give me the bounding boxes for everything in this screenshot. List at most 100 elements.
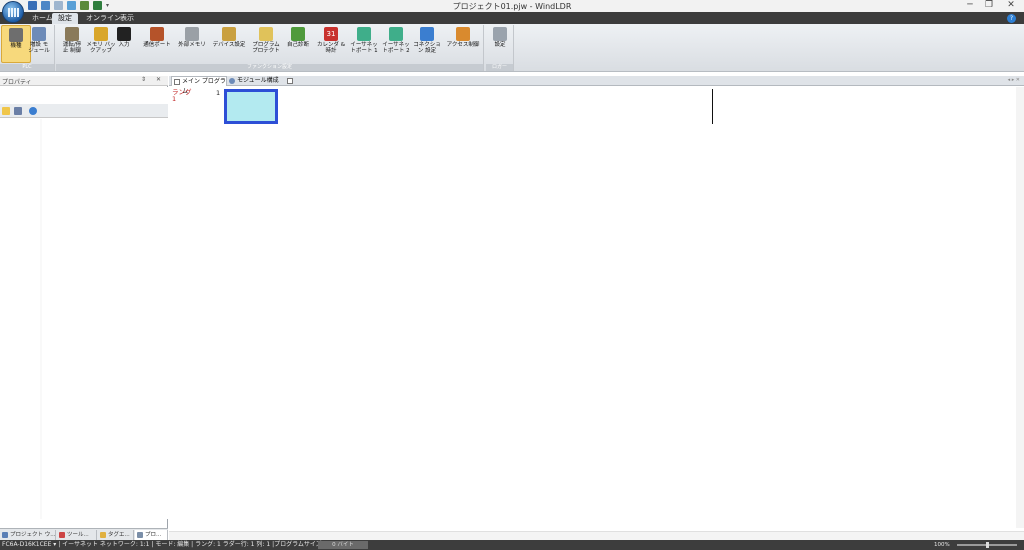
ladder-cursor-cell[interactable] [224, 89, 278, 124]
self-diagnosis-label: 自己診断 [286, 42, 309, 48]
tab-view[interactable]: 表示 [114, 13, 140, 24]
expansion-module-icon [32, 27, 46, 41]
program-protect-icon [259, 27, 273, 41]
ladder-editor: メイン プログラム モジュール構成 ◂ ▸ ✕ ラング 1 1 [169, 76, 1024, 540]
self-diagnosis-button[interactable]: 自己診断 [283, 25, 313, 63]
tab-tag-editor[interactable]: タグエ... [98, 530, 134, 540]
group-label-function-settings: ファンクション設定 [56, 64, 483, 71]
panel-pin-close-buttons[interactable]: ⇕ ✕ [141, 76, 165, 83]
tab-tag-editor-label: タグエ... [108, 532, 130, 538]
sort-az-icon[interactable] [14, 107, 22, 115]
device-settings-label: デバイス設定 [212, 42, 246, 48]
tab-main-program[interactable]: メイン プログラム [171, 76, 227, 95]
device-settings-button[interactable]: デバイス設定 [209, 25, 249, 63]
rung-index: 1 [172, 95, 177, 103]
zoom-slider-thumb[interactable] [986, 542, 989, 548]
tab-toolbox-label: ツール... [67, 532, 89, 538]
ethernet-port-2-icon [389, 27, 403, 41]
categorized-icon[interactable] [2, 107, 10, 115]
logger-settings-button[interactable]: 設定 [487, 25, 513, 63]
access-control-label: アクセス制御 [446, 42, 480, 48]
title-bar: ▾ プロジェクト01.pjw - WindLDR ─ ❐ ✕ [0, 0, 1024, 12]
application-menu-button[interactable] [2, 1, 24, 23]
connection-settings-label: コネクショ ン 設定 [413, 42, 441, 54]
self-diagnosis-icon [291, 27, 305, 41]
editor-tab-controls[interactable]: ◂ ▸ ✕ [1008, 77, 1020, 83]
restore-button[interactable]: ❐ [982, 0, 996, 12]
program-protect-button[interactable]: プログラム プロテクト [251, 25, 281, 63]
tab-new[interactable] [285, 76, 297, 86]
logger-settings-label: 設定 [494, 42, 506, 48]
ethernet-port-2-label: イーサネッ トポート 2 [382, 42, 410, 54]
tab-properties[interactable]: プロ... [135, 530, 168, 540]
tab-module-config-label: モジュール構成 [237, 77, 279, 84]
group-label-plc: PLC [0, 64, 54, 71]
run-stop-label: 運転/停 止 制御 [62, 42, 82, 54]
ladder-line-number: 1 [216, 89, 221, 97]
calendar-clock-icon: 31 [324, 27, 338, 41]
ribbon: PLC ファンクション設定 ロガー 機種 増設 モ ジュール 運転/停 止 制御… [0, 24, 1024, 72]
editor-tab-bar: メイン プログラム モジュール構成 ◂ ▸ ✕ [169, 76, 1024, 95]
ethernet-port-2-button[interactable]: イーサネッ トポート 2 [381, 25, 411, 63]
access-control-icon [456, 27, 470, 41]
help-icon[interactable]: ? [1007, 14, 1016, 23]
tab-toolbox[interactable]: ツール... [57, 530, 97, 540]
memory-backup-label: メモリ バッ クアップ [86, 42, 116, 54]
program-protect-label: プログラム プロテクト [252, 42, 280, 54]
vertical-scrollbar[interactable] [1016, 87, 1024, 528]
tab-module-config[interactable]: モジュール構成 [227, 76, 285, 86]
property-grid [0, 119, 168, 519]
connection-settings-icon [420, 27, 434, 41]
help-icon[interactable] [29, 107, 37, 115]
comm-port-icon [150, 27, 164, 41]
comm-port-button[interactable]: 通信ポート [139, 25, 175, 63]
project-window-icon [2, 532, 8, 538]
tag-editor-icon [100, 532, 106, 538]
main-program-icon [174, 79, 180, 85]
ethernet-port-1-button[interactable]: イーサネッ トポート 1 [349, 25, 379, 63]
close-button[interactable]: ✕ [1004, 0, 1018, 12]
module-config-icon [229, 78, 235, 84]
program-size-value: 0 バイト [318, 541, 368, 549]
new-tab-icon [287, 78, 293, 84]
ethernet-port-1-label: イーサネッ トポート 1 [350, 42, 378, 54]
input-label: 入力 [118, 42, 130, 48]
calendar-clock-button[interactable]: 31 カレンダ & 時計 [316, 25, 346, 63]
right-power-rail [712, 89, 713, 124]
ethernet-port-1-icon [357, 27, 371, 41]
toolbox-icon [59, 532, 65, 538]
minimize-button[interactable]: ─ [963, 0, 977, 12]
status-info: FC6A-D16K1CEE ▾ | イーサネット ネットワーク: 1:1 | モ… [2, 541, 324, 548]
memory-backup-icon [94, 27, 108, 41]
rung-header: ラング 1 [172, 89, 192, 103]
tab-project-window[interactable]: プロジェクト ウ... [0, 530, 56, 540]
external-memory-icon [185, 27, 199, 41]
window-title: プロジェクト01.pjw - WindLDR [452, 2, 572, 11]
group-label-logger: ロガー [486, 64, 513, 71]
properties-toolbar [0, 104, 168, 118]
tab-settings[interactable]: 設定 [52, 13, 78, 24]
horizontal-scrollbar[interactable] [169, 531, 1024, 540]
calendar-clock-label: カレンダ & 時計 [316, 42, 346, 54]
windldr-window: ▾ プロジェクト01.pjw - WindLDR ─ ❐ ✕ ホーム 設定 オン… [0, 0, 1024, 550]
run-stop-icon [65, 27, 79, 41]
properties-icon [137, 532, 143, 538]
input-button[interactable]: 入力 [113, 25, 135, 63]
zoom-level: 100% [934, 542, 950, 548]
properties-panel-title: プロパティ [2, 79, 32, 86]
app-logo-icon [7, 7, 19, 17]
expansion-module-button[interactable]: 増設 モ ジュール [24, 25, 54, 63]
ribbon-tab-bar: ホーム 設定 オンライン 表示 ? [0, 12, 1024, 24]
tab-properties-label: プロ... [145, 532, 162, 538]
run-stop-button[interactable]: 運転/停 止 制御 [57, 25, 87, 63]
plc-model-icon [9, 28, 23, 42]
expansion-module-label: 増設 モ ジュール [28, 42, 50, 54]
properties-panel: プロパティ ⇕ ✕ プロジェクト ウ... ツール... タグエ... プロ..… [0, 76, 168, 540]
memory-backup-button[interactable]: メモリ バッ クアップ [86, 25, 116, 63]
external-memory-label: 外部メモリ [178, 42, 206, 48]
connection-settings-button[interactable]: コネクショ ン 設定 [412, 25, 442, 63]
logger-settings-icon [493, 27, 507, 41]
properties-panel-header: プロパティ ⇕ ✕ [0, 76, 168, 86]
access-control-button[interactable]: アクセス制御 [444, 25, 482, 63]
external-memory-button[interactable]: 外部メモリ [176, 25, 208, 63]
